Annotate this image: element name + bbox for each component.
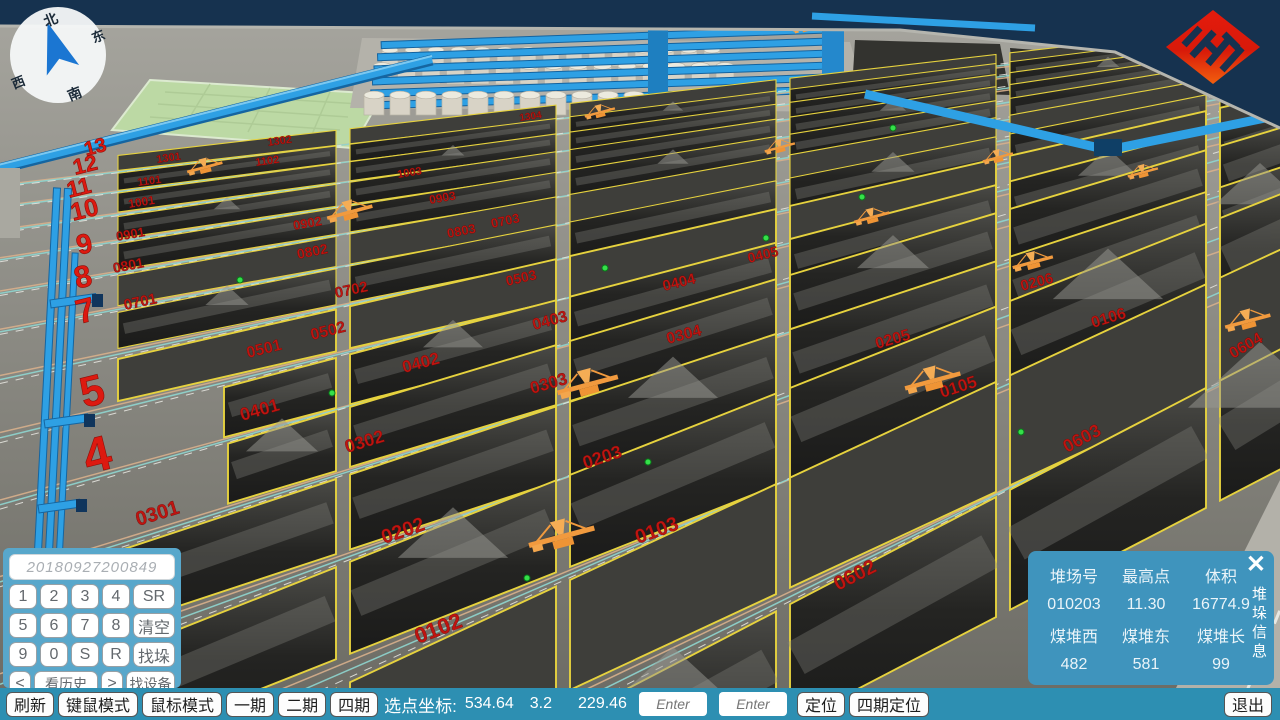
pile-info-panel: ✕ 堆场号 最高点 体积 010203 11.30 16774.9 煤堆西 煤堆… [1028,551,1274,685]
status-dot-green [763,235,769,241]
selected-point-label: 选点坐标: [384,692,457,717]
phase1-button[interactable]: 一期 [226,692,274,717]
app-window: 1301130213041101110210011003090109020903… [0,0,1280,720]
status-dot-green [890,125,896,131]
exit-button[interactable]: 退出 [1224,692,1272,717]
key-4[interactable]: 4 [102,584,130,609]
header-volume: 体积 [1182,563,1260,587]
value-pile-east: 581 [1110,656,1182,674]
phase2-button[interactable]: 二期 [278,692,326,717]
key-6[interactable]: 6 [40,613,68,638]
key-5[interactable]: 5 [9,613,37,638]
status-dot-green [645,459,651,465]
key-8[interactable]: 8 [102,613,130,638]
key-2[interactable]: 2 [40,584,68,609]
mouse-mode-button[interactable]: 鼠标模式 [142,692,222,717]
status-dot-green [329,390,335,396]
status-dot-green [859,194,865,200]
key-s[interactable]: S [71,642,99,667]
key-sr[interactable]: SR [133,584,175,609]
header-yard-no: 堆场号 [1038,563,1110,587]
header-highest-point: 最高点 [1110,563,1182,587]
header-pile-length: 煤堆长 [1182,623,1260,647]
status-dot-green [602,265,608,271]
header-pile-east: 煤堆东 [1110,623,1182,647]
key-7[interactable]: 7 [71,613,99,638]
pile-info-side-label: 堆垛信息 [1251,585,1268,661]
compass[interactable]: 北 东 西 南 [8,5,108,105]
coord-y-value: 3.2 [530,695,552,713]
value-highest-point: 11.30 [1110,596,1182,614]
key-mouse-mode-button[interactable]: 键鼠模式 [58,692,138,717]
key-r[interactable]: R [102,642,130,667]
phase4-button[interactable]: 四期 [330,692,378,717]
clear-button[interactable]: 清空 [133,613,175,638]
status-dot-green [1018,429,1024,435]
search-keypad-panel: 1 2 3 4 SR 5 6 7 8 清空 9 0 S R 找垛 < 看历史 >… [3,548,181,688]
key-9[interactable]: 9 [9,642,37,667]
coord-input-1[interactable] [639,692,707,716]
value-volume: 16774.9 [1182,596,1260,614]
key-0[interactable]: 0 [40,642,68,667]
coord-input-2[interactable] [719,692,787,716]
company-logo [1162,8,1264,86]
locate-button[interactable]: 定位 [797,692,845,717]
bottom-toolbar: 刷新 键鼠模式 鼠标模式 一期 二期 四期 选点坐标: 534.64 3.2 2… [0,688,1280,720]
value-yard-no: 010203 [1038,596,1110,614]
key-1[interactable]: 1 [9,584,37,609]
value-pile-length: 99 [1182,656,1260,674]
refresh-button[interactable]: 刷新 [6,692,54,717]
coord-x-value: 534.64 [465,695,514,713]
key-3[interactable]: 3 [71,584,99,609]
coord-z-value: 229.46 [578,695,627,713]
header-pile-west: 煤堆西 [1038,623,1110,647]
find-pile-button[interactable]: 找垛 [133,642,175,667]
status-dot-green [237,277,243,283]
phase4-locate-button[interactable]: 四期定位 [849,692,929,717]
keypad-display-input[interactable] [9,554,175,580]
value-pile-west: 482 [1038,656,1110,674]
status-dot-green [524,575,530,581]
